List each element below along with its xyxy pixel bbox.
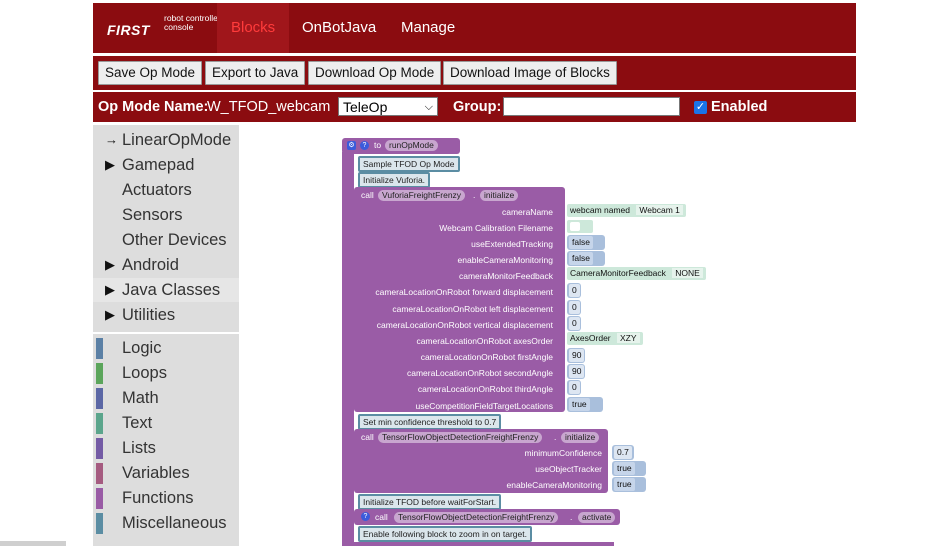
category-functions[interactable]: Functions (93, 486, 239, 510)
comment-block[interactable]: Initialize Vuforia. (358, 172, 431, 188)
category-color-swatch (96, 363, 103, 384)
category-android[interactable]: ▶ Android (93, 253, 239, 277)
tab-onbotjava[interactable]: OnBotJava (288, 3, 390, 53)
category-color-swatch (96, 413, 103, 434)
category-linearopmode[interactable]: → LinearOpMode (93, 128, 239, 152)
category-gamepad[interactable]: ▶ Gamepad (93, 153, 239, 177)
number-value[interactable]: 0 (567, 300, 581, 315)
category-variables[interactable]: Variables (93, 461, 239, 485)
save-op-mode-button[interactable]: Save Op Mode (98, 61, 203, 85)
method-name-field: initialize (561, 432, 600, 443)
category-color-swatch (96, 513, 103, 534)
number-value[interactable]: 0 (567, 316, 581, 331)
tab-manage[interactable]: Manage (387, 3, 469, 53)
enabled-label: Enabled (711, 99, 768, 115)
boolean-value[interactable]: true (612, 461, 646, 476)
category-color-swatch (96, 463, 103, 484)
function-name-field[interactable]: runOpMode (385, 140, 438, 151)
expand-triangle-icon: ▶ (105, 307, 115, 322)
op-mode-name-label: Op Mode Name: (98, 99, 209, 115)
download-image-button[interactable]: Download Image of Blocks (443, 61, 617, 85)
tfod-activate-block[interactable]: ? call TensorFlowObjectDetectionFreightF… (354, 509, 620, 525)
number-value[interactable]: 90 (567, 364, 585, 379)
category-other-devices[interactable]: Other Devices (93, 228, 239, 252)
number-value[interactable]: 0 (567, 283, 581, 298)
class-name-field: VuforiaFreightFrenzy (378, 190, 466, 201)
category-java-classes[interactable]: ▶ Java Classes (93, 278, 239, 302)
comment-block[interactable]: Initialize TFOD before waitForStart. (358, 494, 502, 510)
op-mode-bar: Op Mode Name: W_TFOD_webcam TeleOp ⌵ Gro… (93, 92, 856, 122)
group-input[interactable] (503, 97, 680, 116)
help-icon[interactable]: ? (361, 512, 370, 521)
category-lists[interactable]: Lists (93, 436, 239, 460)
block-program: ⚙ ? to runOpMode Sample TFOD Op Mode Ini… (250, 138, 706, 546)
logo-first-text: FIRST (107, 22, 150, 38)
expand-triangle-icon: ▶ (105, 157, 115, 172)
sidebar-separator (93, 332, 239, 334)
expand-triangle-icon: ▶ (105, 257, 115, 272)
axes-order-value[interactable]: AxesOrder XZY (567, 332, 643, 345)
method-name-field: activate (578, 512, 616, 523)
comment-block[interactable]: Set min confidence threshold to 0.7 (358, 414, 502, 430)
horizontal-scrollbar[interactable] (0, 541, 66, 546)
class-name-field: TensorFlowObjectDetectionFreightFrenzy (394, 512, 559, 523)
tab-blocks[interactable]: Blocks (217, 3, 290, 53)
group-label: Group: (453, 99, 502, 115)
boolean-value[interactable]: false (567, 235, 605, 250)
op-mode-type-value: TeleOp (343, 99, 388, 115)
vuforia-initialize-block[interactable]: call VuforiaFreightFrenzy . initialize c… (354, 187, 565, 412)
toolbar: Save Op Mode Export to Java Download Op … (93, 56, 856, 90)
enabled-checkbox[interactable]: ✓ (694, 101, 707, 114)
boolean-value[interactable]: false (567, 251, 605, 266)
empty-text-field[interactable] (570, 222, 580, 232)
category-loops[interactable]: Loops (93, 361, 239, 385)
tfod-initialize-block[interactable]: call TensorFlowObjectDetectionFreightFre… (354, 429, 608, 493)
download-op-mode-button[interactable]: Download Op Mode (308, 61, 442, 85)
category-color-swatch (96, 388, 103, 409)
category-sensors[interactable]: Sensors (93, 203, 239, 227)
number-value[interactable]: 0 (567, 380, 581, 395)
boolean-value[interactable]: true (612, 477, 646, 492)
category-miscellaneous[interactable]: Miscellaneous (93, 511, 239, 535)
comment-block[interactable]: Sample TFOD Op Mode (358, 156, 460, 172)
expand-triangle-icon: ▶ (105, 282, 115, 297)
toolbox-sidebar: → LinearOpMode ▶ Gamepad Actuators Senso… (93, 125, 239, 546)
chevron-down-icon: ⌵ (424, 101, 433, 113)
axes-order-dropdown[interactable]: XZY (617, 333, 640, 343)
logo-subtitle: robot controller console (164, 13, 221, 32)
category-color-swatch (96, 488, 103, 509)
category-utilities[interactable]: ▶ Utilities (93, 303, 239, 327)
webcam-named-value[interactable]: webcam named Webcam 1 (567, 204, 686, 217)
camera-monitor-feedback-value[interactable]: CameraMonitorFeedback NONE (567, 267, 706, 280)
category-text[interactable]: Text (93, 411, 239, 435)
function-block-runopmode[interactable]: ⚙ ? to runOpMode (342, 138, 460, 154)
op-mode-name-value: W_TFOD_webcam (207, 99, 331, 115)
gear-icon[interactable]: ⚙ (347, 141, 356, 150)
class-name-field: TensorFlowObjectDetectionFreightFrenzy (378, 432, 543, 443)
op-mode-type-select[interactable]: TeleOp ⌵ (338, 97, 438, 116)
method-name-field: initialize (480, 190, 519, 201)
category-actuators[interactable]: Actuators (93, 178, 239, 202)
boolean-value[interactable]: true (567, 397, 603, 412)
category-math[interactable]: Math (93, 386, 239, 410)
function-body-spine (342, 152, 354, 546)
export-to-java-button[interactable]: Export to Java (205, 61, 306, 85)
category-color-swatch (96, 438, 103, 459)
arrow-right-icon: → (105, 132, 118, 147)
category-color-swatch (96, 338, 103, 359)
help-icon[interactable]: ? (360, 141, 369, 150)
number-value[interactable]: 90 (567, 348, 585, 363)
top-nav-bar: FIRST robot controller console Blocks On… (93, 3, 856, 53)
webcam-name-field[interactable]: Webcam 1 (636, 205, 683, 215)
comment-block[interactable]: Enable following block to zoom in on tar… (358, 526, 532, 542)
next-block-partial[interactable] (354, 542, 614, 546)
number-value[interactable]: 0.7 (612, 445, 634, 460)
feedback-dropdown[interactable]: NONE (672, 268, 703, 278)
calibration-filename-value[interactable] (567, 220, 593, 233)
category-logic[interactable]: Logic (93, 336, 239, 360)
